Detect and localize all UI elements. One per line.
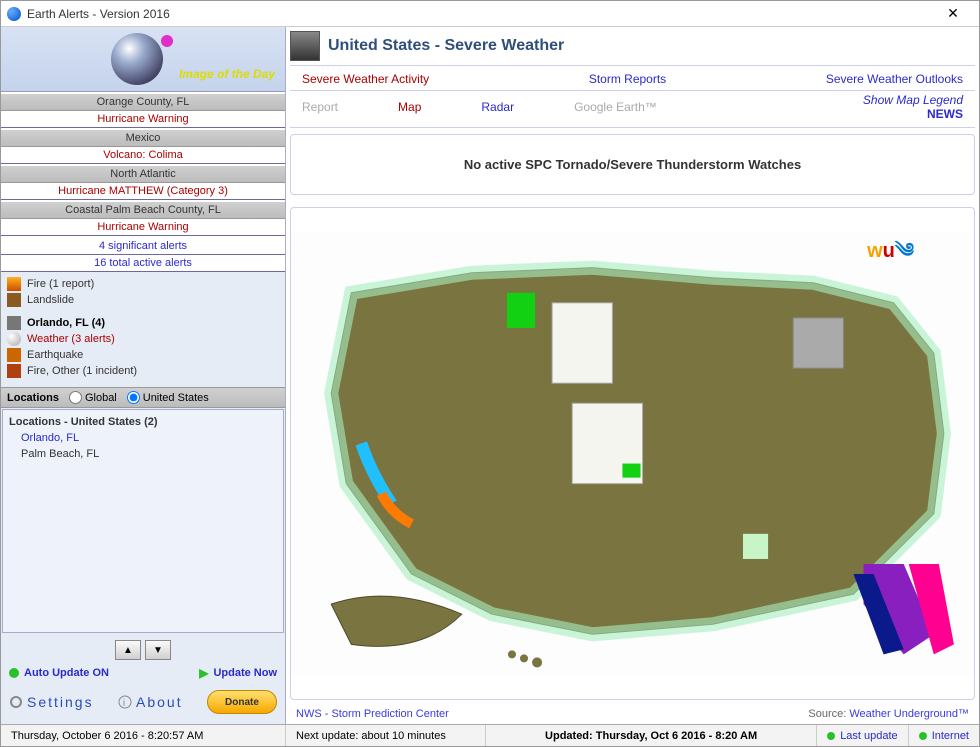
status-last-update: Last update xyxy=(817,725,909,746)
image-of-day-panel[interactable]: Image of the Day xyxy=(1,27,285,92)
sidebar: Image of the Day Orange County, FL Hurri… xyxy=(1,27,286,724)
locations-list: Locations - United States (2) Orlando, F… xyxy=(2,409,284,633)
status-internet: Internet xyxy=(909,725,979,746)
news-link[interactable]: NEWS xyxy=(863,107,963,121)
alert-summary: 4 significant alerts 16 total active ale… xyxy=(1,236,285,272)
map-panel[interactable]: wu༄ xyxy=(290,207,975,700)
close-button[interactable]: ✕ xyxy=(933,5,973,22)
subtab-map[interactable]: Map xyxy=(398,100,421,114)
subtab-radar[interactable]: Radar xyxy=(481,100,514,114)
list-item-label: Landslide xyxy=(27,294,74,306)
weather-icon xyxy=(7,332,21,346)
list-item[interactable]: Palm Beach, FL xyxy=(9,446,277,462)
tab-severe-outlooks[interactable]: Severe Weather Outlooks xyxy=(826,72,963,86)
auto-update-toggle[interactable]: Auto Update ON xyxy=(9,667,109,679)
alert-message: Volcano: Colima xyxy=(1,147,285,164)
source-row: NWS - Storm Prediction Center Source: We… xyxy=(290,706,975,722)
status-ok-icon xyxy=(827,732,835,740)
update-now-button[interactable]: Update Now xyxy=(199,666,277,680)
location-heading[interactable]: Orlando, FL (4) xyxy=(5,308,281,331)
radio-us[interactable]: United States xyxy=(127,391,209,404)
alert-location: Coastal Palm Beach County, FL xyxy=(1,202,285,219)
weather-underground-logo: wu༄ xyxy=(867,228,914,284)
total-alerts[interactable]: 16 total active alerts xyxy=(1,255,285,272)
sidebar-controls: ▲ ▼ Auto Update ON Update Now Settings i… xyxy=(1,634,285,724)
list-item[interactable]: Weather (3 alerts) xyxy=(5,331,281,347)
source-label: Source: Weather Underground™ xyxy=(808,708,969,720)
main-content: United States - Severe Weather Severe We… xyxy=(286,27,979,724)
list-item-label: Fire (1 report) xyxy=(27,278,94,290)
location-heading-label: Orlando, FL (4) xyxy=(27,317,105,329)
alert-message: Hurricane Warning xyxy=(1,219,285,236)
watch-status-text: No active SPC Tornado/Severe Thunderstor… xyxy=(464,157,801,172)
nav-up-button[interactable]: ▲ xyxy=(115,640,141,660)
watch-status-panel: No active SPC Tornado/Severe Thunderstor… xyxy=(290,134,975,195)
subtab-report[interactable]: Report xyxy=(302,100,338,114)
locations-filter-bar: Locations Global United States xyxy=(1,387,285,408)
locations-list-header: Locations - United States (2) xyxy=(9,414,277,430)
alert-location: North Atlantic xyxy=(1,166,285,183)
nws-link[interactable]: NWS - Storm Prediction Center xyxy=(296,708,449,720)
alert-location: Orange County, FL xyxy=(1,94,285,111)
significant-alerts[interactable]: 4 significant alerts xyxy=(1,238,285,255)
notification-dot-icon xyxy=(161,35,173,47)
status-ok-icon xyxy=(919,732,927,740)
donate-button[interactable]: Donate xyxy=(207,690,277,714)
about-link[interactable]: i About xyxy=(118,694,183,710)
alert-message: Hurricane Warning xyxy=(1,111,285,128)
wu-link[interactable]: Weather Underground™ xyxy=(849,708,969,720)
list-item[interactable]: Fire (1 report) xyxy=(5,276,281,292)
alert-stack: Orange County, FL Hurricane Warning Mexi… xyxy=(1,92,285,272)
image-of-day-label: Image of the Day xyxy=(179,67,275,81)
landslide-icon xyxy=(7,293,21,307)
list-item[interactable]: Fire, Other (1 incident) xyxy=(5,363,281,379)
page-title: United States - Severe Weather xyxy=(328,37,564,55)
report-list: Fire (1 report) Landslide Orlando, FL (4… xyxy=(1,272,285,387)
subtab-google-earth[interactable]: Google Earth™ xyxy=(574,100,657,114)
status-next-update: Next update: about 10 minutes xyxy=(286,725,486,746)
fire-icon xyxy=(7,364,21,378)
primary-tabs: Severe Weather Activity Storm Reports Se… xyxy=(290,66,975,91)
nav-down-button[interactable]: ▼ xyxy=(145,640,171,660)
show-legend-link[interactable]: Show Map Legend xyxy=(863,93,963,107)
alert-block[interactable]: North Atlantic Hurricane MATTHEW (Catego… xyxy=(1,164,285,200)
gear-icon xyxy=(9,695,23,709)
statusbar: Thursday, October 6 2016 - 8:20:57 AM Ne… xyxy=(1,724,979,746)
status-updated: Updated: Thursday, Oct 6 2016 - 8:20 AM xyxy=(486,725,817,746)
earthquake-icon xyxy=(7,348,21,362)
list-item[interactable]: Earthquake xyxy=(5,347,281,363)
list-item-label: Fire, Other (1 incident) xyxy=(27,365,137,377)
alert-block[interactable]: Mexico Volcano: Colima xyxy=(1,128,285,164)
tab-severe-activity[interactable]: Severe Weather Activity xyxy=(302,72,429,86)
window-title: Earth Alerts - Version 2016 xyxy=(27,7,933,21)
secondary-tabs: Report Map Radar Google Earth™ Show Map … xyxy=(290,91,975,128)
main-header: United States - Severe Weather xyxy=(290,31,975,66)
tornado-icon xyxy=(290,31,320,61)
globe-icon xyxy=(111,33,163,85)
alert-block[interactable]: Orange County, FL Hurricane Warning xyxy=(1,92,285,128)
location-icon xyxy=(7,316,21,330)
tab-storm-reports[interactable]: Storm Reports xyxy=(589,72,666,86)
alert-location: Mexico xyxy=(1,130,285,147)
list-item-label: Earthquake xyxy=(27,349,83,361)
titlebar: Earth Alerts - Version 2016 ✕ xyxy=(1,1,979,27)
list-item-label: Weather (3 alerts) xyxy=(27,333,115,345)
status-datetime: Thursday, October 6 2016 - 8:20:57 AM xyxy=(1,725,286,746)
app-icon xyxy=(7,7,21,21)
radio-global[interactable]: Global xyxy=(69,391,117,404)
svg-text:i: i xyxy=(123,698,127,709)
alert-message: Hurricane MATTHEW (Category 3) xyxy=(1,183,285,200)
fire-icon xyxy=(7,277,21,291)
alert-block[interactable]: Coastal Palm Beach County, FL Hurricane … xyxy=(1,200,285,236)
info-icon: i xyxy=(118,695,132,709)
settings-link[interactable]: Settings xyxy=(9,694,94,710)
locations-label: Locations xyxy=(7,392,59,404)
list-item[interactable]: Orlando, FL xyxy=(9,430,277,446)
list-item[interactable]: Landslide xyxy=(5,292,281,308)
